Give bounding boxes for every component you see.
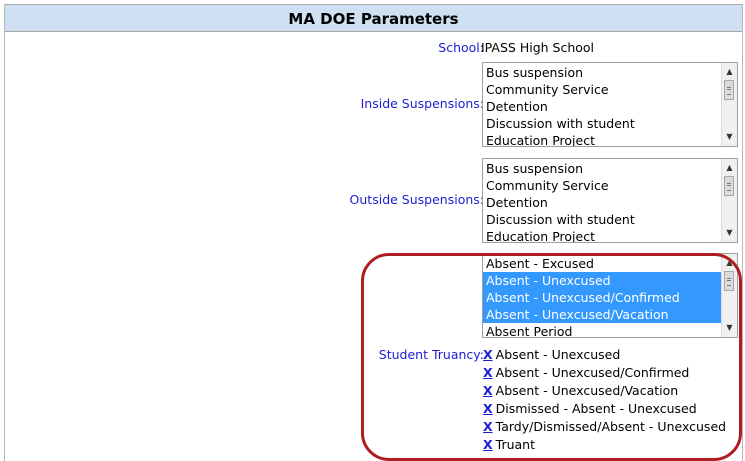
student-truancy-selected-list: X Absent - Unexcused X Absent - Unexcused/… xyxy=(483,346,726,454)
list-option[interactable]: Discussion with student xyxy=(483,211,721,228)
list-option[interactable]: Bus suspension xyxy=(483,64,721,81)
selected-item-label: Absent - Unexcused/Confirmed xyxy=(495,365,690,380)
selected-item-label: Absent - Unexcused xyxy=(495,347,621,362)
selected-item-label: Tardy/Dismissed/Absent - Unexcused xyxy=(495,419,727,434)
list-option-selected[interactable]: Absent - Unexcused xyxy=(483,272,721,289)
panel-title: MA DOE Parameters xyxy=(5,4,742,32)
list-option[interactable]: Community Service xyxy=(483,81,721,98)
list-option[interactable]: Detention xyxy=(483,194,721,211)
listbox-scrollbar[interactable]: ▲ ▼ xyxy=(721,254,737,337)
listbox-scrollbar[interactable]: ▲ ▼ xyxy=(721,159,737,242)
list-option[interactable]: Education Project xyxy=(483,132,721,146)
scroll-down-arrow-icon[interactable]: ▼ xyxy=(722,130,737,144)
scroll-down-arrow-icon[interactable]: ▼ xyxy=(722,321,737,335)
outside-suspensions-listbox[interactable]: Bus suspension Community Service Detenti… xyxy=(482,158,738,243)
scrollbar-thumb[interactable] xyxy=(724,80,734,100)
list-option[interactable]: Education Project xyxy=(483,228,721,242)
remove-item-link[interactable]: X xyxy=(483,419,493,434)
list-item: X Absent - Unexcused xyxy=(483,346,726,364)
outside-suspensions-label: Outside Suspensions: xyxy=(349,192,484,207)
scroll-up-arrow-icon[interactable]: ▲ xyxy=(722,256,737,270)
list-option[interactable]: Absent Period xyxy=(483,323,721,337)
list-option-selected[interactable]: Absent - Unexcused/Confirmed xyxy=(483,289,721,306)
inside-suspensions-listbox[interactable]: Bus suspension Community Service Detenti… xyxy=(482,62,738,147)
selected-item-label: Absent - Unexcused/Vacation xyxy=(495,383,679,398)
list-item: X Tardy/Dismissed/Absent - Unexcused xyxy=(483,418,726,436)
inside-suspensions-label: Inside Suspensions: xyxy=(360,96,484,111)
list-option[interactable]: Absent - Excused xyxy=(483,255,721,272)
remove-item-link[interactable]: X xyxy=(483,347,493,362)
scrollbar-thumb[interactable] xyxy=(724,271,734,291)
list-option-selected[interactable]: Absent - Unexcused/Vacation xyxy=(483,306,721,323)
list-option[interactable]: Detention xyxy=(483,98,721,115)
remove-item-link[interactable]: X xyxy=(483,365,493,380)
listbox-scrollbar[interactable]: ▲ ▼ xyxy=(721,63,737,146)
school-label: School: xyxy=(438,40,484,55)
selected-item-label: Dismissed - Absent - Unexcused xyxy=(495,401,697,416)
list-option[interactable]: Discussion with student xyxy=(483,115,721,132)
scroll-down-arrow-icon[interactable]: ▼ xyxy=(722,226,737,240)
remove-item-link[interactable]: X xyxy=(483,383,493,398)
list-item: X Truant xyxy=(483,436,726,454)
student-truancy-label: Student Truancy: xyxy=(378,347,484,362)
list-option[interactable]: Community Service xyxy=(483,177,721,194)
scroll-up-arrow-icon[interactable]: ▲ xyxy=(722,65,737,79)
scrollbar-thumb[interactable] xyxy=(724,176,734,196)
list-item: X Absent - Unexcused/Confirmed xyxy=(483,364,726,382)
student-truancy-listbox[interactable]: Absent - Excused Absent - Unexcused Abse… xyxy=(482,253,738,338)
list-item: X Dismissed - Absent - Unexcused xyxy=(483,400,726,418)
remove-item-link[interactable]: X xyxy=(483,437,493,452)
selected-item-label: Truant xyxy=(495,437,535,452)
list-item: X Absent - Unexcused/Vacation xyxy=(483,382,726,400)
remove-item-link[interactable]: X xyxy=(483,401,493,416)
school-value: IPASS High School xyxy=(481,40,595,55)
list-option[interactable]: Bus suspension xyxy=(483,160,721,177)
scroll-up-arrow-icon[interactable]: ▲ xyxy=(722,161,737,175)
